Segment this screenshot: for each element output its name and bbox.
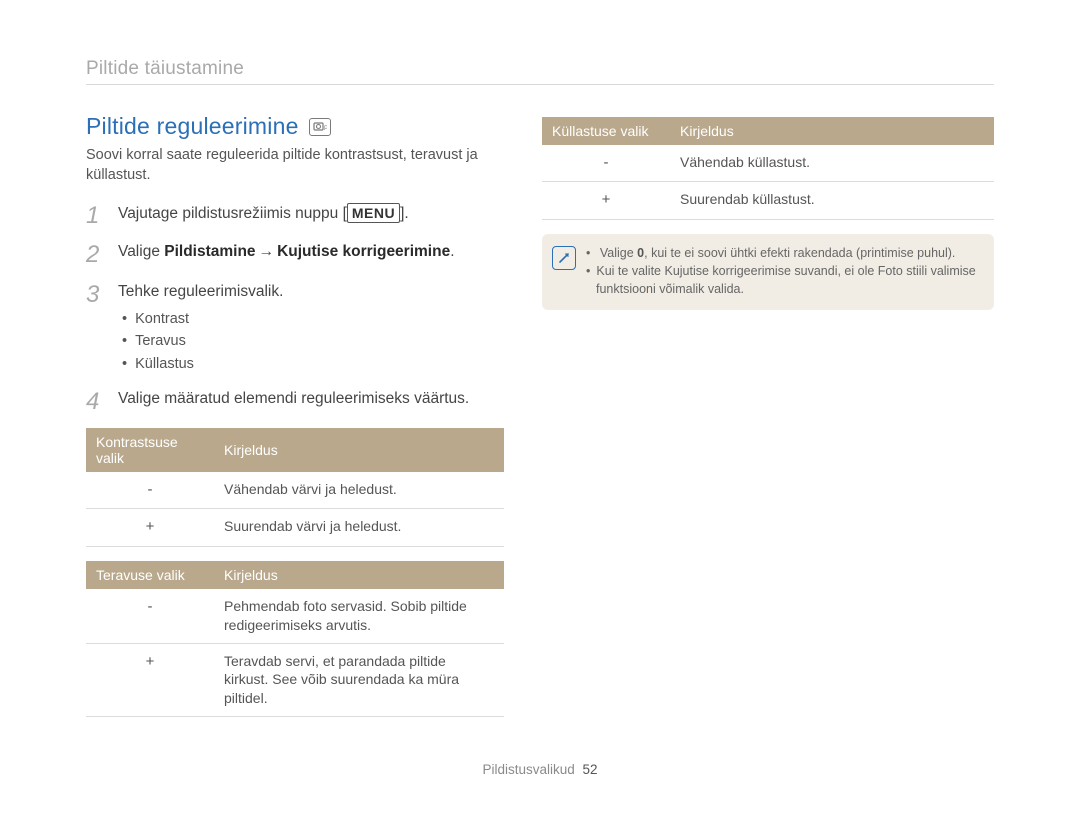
option-symbol: +: [86, 509, 214, 546]
step-2: 2 Valige Pildistamine→Kujutise korrigeer…: [86, 242, 504, 267]
list-item: Küllastus: [122, 353, 283, 375]
note-item: Valige 0, kui te ei soovi ühtki efekti r…: [586, 244, 980, 262]
menu-button-label: MENU: [347, 203, 400, 223]
option-symbol: -: [542, 145, 670, 182]
option-desc: Pehmendab foto servasid. Sobib piltide r…: [214, 589, 504, 643]
option-symbol: +: [542, 182, 670, 219]
list-item: Kontrast: [122, 308, 283, 330]
table-row: + Teravdab servi, et parandada piltide k…: [86, 643, 504, 717]
sharpness-table: Teravuse valik Kirjeldus - Pehmendab fot…: [86, 561, 504, 717]
step-1: 1 Vajutage pildistusrežiimis nuppu [MENU…: [86, 203, 504, 228]
step-number: 2: [86, 242, 106, 267]
page-footer: Pildistusvalikud 52: [0, 762, 1080, 777]
step-text: Valige määratud elemendi reguleerimiseks…: [118, 389, 469, 414]
table-header: Kirjeldus: [214, 428, 504, 472]
step-text: Tehke reguleerimisvalik. Kontrast Teravu…: [118, 282, 283, 376]
table-header: Kirjeldus: [214, 561, 504, 589]
option-symbol: +: [86, 643, 214, 717]
step-text: Vajutage pildistusrežiimis nuppu [MENU].: [118, 203, 409, 228]
table-row: + Suurendab küllastust.: [542, 182, 994, 219]
option-desc: Suurendab küllastust.: [670, 182, 994, 219]
step-number: 1: [86, 203, 106, 228]
section-title: Piltide reguleerimine: [86, 113, 299, 140]
camera-p-icon: P: [309, 118, 331, 136]
note-item: Kui te valite Kujutise korrigeerimise su…: [586, 262, 980, 298]
header-divider: [86, 84, 994, 85]
option-symbol: -: [86, 589, 214, 643]
step-4: 4 Valige määratud elemendi reguleerimise…: [86, 389, 504, 414]
table-header: Kontrastsuse valik: [86, 428, 214, 472]
saturation-table: Küllastuse valik Kirjeldus - Vähendab kü…: [542, 117, 994, 220]
table-row: + Suurendab värvi ja heledust.: [86, 509, 504, 546]
step-number: 3: [86, 282, 106, 376]
option-symbol: -: [86, 472, 214, 509]
step-3-options: Kontrast Teravus Küllastus: [118, 308, 283, 375]
option-desc: Suurendab värvi ja heledust.: [214, 509, 504, 546]
section-intro: Soovi korral saate reguleerida piltide k…: [86, 146, 504, 185]
table-row: - Pehmendab foto servasid. Sobib piltide…: [86, 589, 504, 643]
page-header-title: Piltide täiustamine: [86, 58, 994, 80]
list-item: Teravus: [122, 330, 283, 352]
table-header: Küllastuse valik: [542, 117, 670, 145]
option-desc: Vähendab värvi ja heledust.: [214, 472, 504, 509]
table-header: Teravuse valik: [86, 561, 214, 589]
note-box: Valige 0, kui te ei soovi ühtki efekti r…: [542, 234, 994, 310]
step-number: 4: [86, 389, 106, 414]
note-icon: [552, 246, 576, 270]
contrast-table: Kontrastsuse valik Kirjeldus - Vähendab …: [86, 428, 504, 547]
table-row: - Vähendab küllastust.: [542, 145, 994, 182]
svg-text:P: P: [324, 126, 327, 132]
page-number: 52: [583, 762, 598, 777]
step-text: Valige Pildistamine→Kujutise korrigeerim…: [118, 242, 455, 267]
table-row: - Vähendab värvi ja heledust.: [86, 472, 504, 509]
arrow-icon: →: [256, 243, 278, 260]
step-3: 3 Tehke reguleerimisvalik. Kontrast Tera…: [86, 282, 504, 376]
option-desc: Teravdab servi, et parandada piltide kir…: [214, 643, 504, 717]
table-header: Kirjeldus: [670, 117, 994, 145]
footer-label: Pildistusvalikud: [482, 762, 574, 777]
option-desc: Vähendab küllastust.: [670, 145, 994, 182]
